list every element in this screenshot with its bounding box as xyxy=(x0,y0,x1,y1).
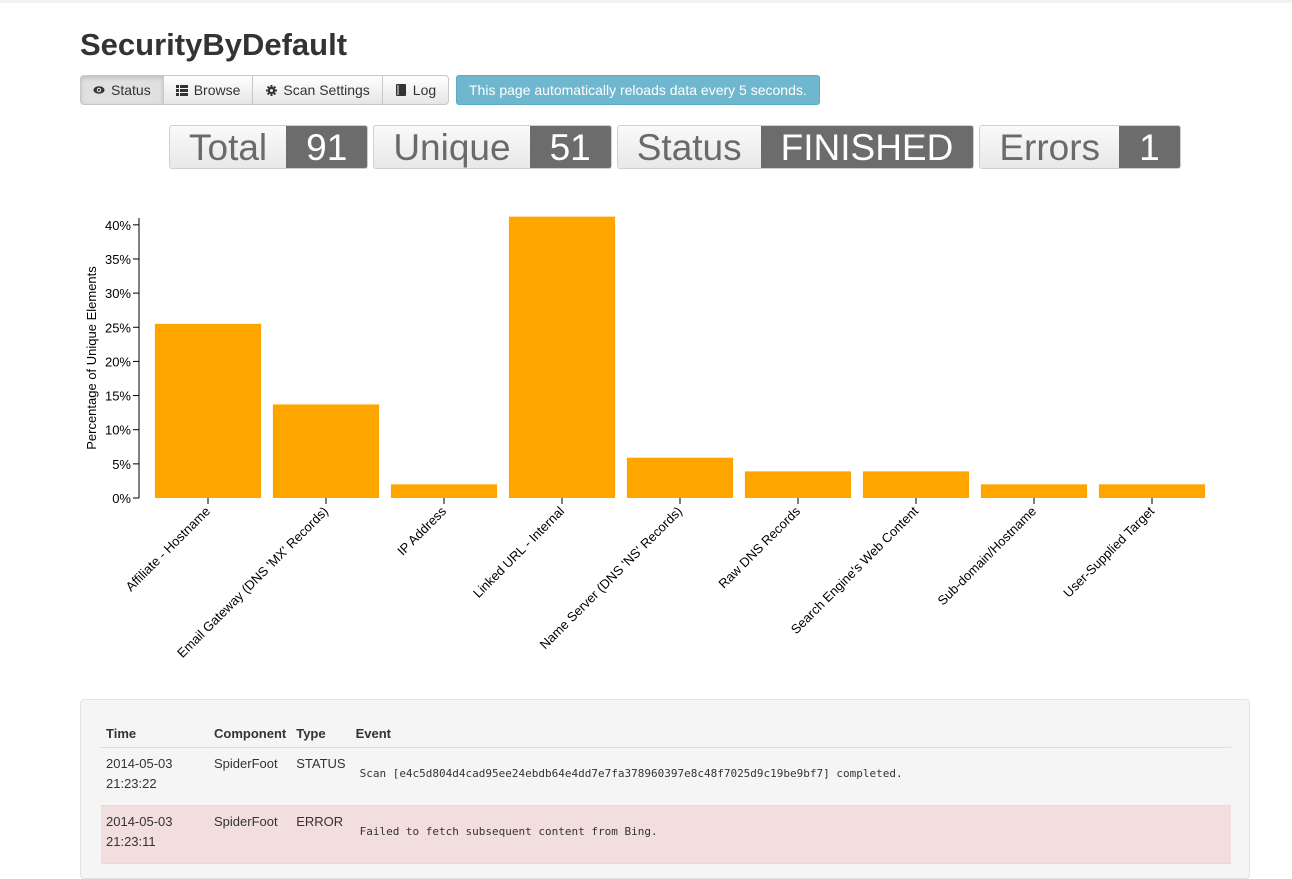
x-tick-label: Raw DNS Records xyxy=(715,503,803,591)
status-button[interactable]: Status xyxy=(80,75,164,105)
log-type: STATUS xyxy=(291,747,351,806)
browse-button-label: Browse xyxy=(193,82,241,98)
browse-button[interactable]: Browse xyxy=(162,75,254,105)
log-event: Failed to fetch subsequent content from … xyxy=(350,805,1231,864)
bar xyxy=(1098,484,1206,498)
list-icon xyxy=(175,84,188,96)
log-panel: Time Component Type Event 2014-05-03 21:2… xyxy=(80,699,1250,879)
stat-status: Status FINISHED xyxy=(616,125,975,169)
log-time-cell: 2014-05-03 21:23:11 xyxy=(101,805,209,864)
log-date: 2014-05-03 xyxy=(106,814,173,829)
y-axis-label: Percentage of Unique Elements xyxy=(84,266,99,450)
log-time: 21:23:22 xyxy=(106,776,157,791)
stat-status-value: FINISHED xyxy=(760,126,974,168)
log-header-time: Time xyxy=(101,720,209,748)
log-header-row: Time Component Type Event xyxy=(101,720,1231,748)
log-button-label: Log xyxy=(412,82,437,98)
log-row-error: 2014-05-03 21:23:11 SpiderFoot ERROR Fail… xyxy=(101,805,1231,864)
log-time-cell: 2014-05-03 21:23:22 xyxy=(101,747,209,806)
log-row: 2014-05-03 21:23:22 SpiderFoot STATUS Sca… xyxy=(101,747,1231,806)
y-tick-label: 0% xyxy=(112,491,131,506)
y-tick-label: 30% xyxy=(105,286,131,301)
auto-reload-notice: This page automatically reloads data eve… xyxy=(456,75,820,105)
x-tick-label: Sub-domain/Hostname xyxy=(934,504,1039,609)
scan-settings-button-label: Scan Settings xyxy=(283,82,370,98)
log-component: SpiderFoot xyxy=(209,747,292,806)
stat-status-label: Status xyxy=(617,126,761,168)
view-toolbar: Status Browse Scan Settings Log xyxy=(80,75,450,105)
bar xyxy=(626,457,734,498)
gear-icon xyxy=(265,84,277,96)
stat-errors: Errors 1 xyxy=(979,125,1181,169)
x-tick-label: Name Server (DNS 'NS' Records) xyxy=(537,504,685,652)
y-tick-label: 40% xyxy=(105,218,131,233)
book-icon xyxy=(395,84,407,96)
bar xyxy=(980,484,1088,498)
bar-chart-svg: 0% 5% 10% 15% 20% 25% 30% 35% 40% Percentage of U… xyxy=(84,216,1206,661)
log-header-component: Component xyxy=(209,720,292,748)
bar xyxy=(390,484,498,498)
top-border xyxy=(0,0,1292,3)
stat-unique: Unique 51 xyxy=(373,125,612,169)
bar xyxy=(862,471,970,498)
y-tick-label: 15% xyxy=(105,389,131,404)
bar xyxy=(744,471,852,498)
log-header-event: Event xyxy=(350,720,1231,748)
bar xyxy=(508,216,616,498)
log-table: Time Component Type Event 2014-05-03 21:2… xyxy=(101,720,1231,864)
y-tick-label: 10% xyxy=(105,423,131,438)
eye-icon xyxy=(93,84,105,96)
log-component: SpiderFoot xyxy=(209,805,292,864)
bar xyxy=(154,323,262,498)
stat-total-value: 91 xyxy=(286,126,368,168)
data-type-chart: 0% 5% 10% 15% 20% 25% 30% 35% 40% Percentage of U… xyxy=(0,195,1292,690)
x-tick-label: Linked URL - Internal xyxy=(470,503,567,600)
log-type: ERROR xyxy=(291,805,351,864)
x-tick-label: User-Supplied Target xyxy=(1060,503,1157,600)
scan-settings-button[interactable]: Scan Settings xyxy=(252,75,383,105)
scan-stats: Total 91 Unique 51 Status FINISHED Error… xyxy=(169,125,1181,169)
page-title: SecurityByDefault xyxy=(80,27,348,62)
y-tick-label: 20% xyxy=(105,354,131,369)
status-button-label: Status xyxy=(111,82,151,98)
y-tick-label: 25% xyxy=(105,320,131,335)
y-tick-label: 5% xyxy=(112,457,131,472)
x-tick-label: IP Address xyxy=(394,503,449,558)
log-time: 21:23:11 xyxy=(106,834,156,849)
stat-errors-label: Errors xyxy=(980,126,1120,168)
stat-unique-value: 51 xyxy=(529,126,611,168)
y-tick-label: 35% xyxy=(105,252,131,267)
stat-total-label: Total xyxy=(170,126,287,168)
log-button[interactable]: Log xyxy=(381,75,450,105)
log-date: 2014-05-03 xyxy=(106,756,173,771)
x-tick-label: Affiliate - Hostname xyxy=(122,504,213,595)
stat-unique-label: Unique xyxy=(374,126,530,168)
bar xyxy=(272,404,380,498)
log-event: Scan [e4c5d804d4cad95ee24ebdb64e4dd7e7fa… xyxy=(350,747,1231,806)
stat-total: Total 91 xyxy=(169,125,369,169)
x-tick-label: Search Engine's Web Content xyxy=(788,503,922,637)
stat-errors-value: 1 xyxy=(1119,126,1180,168)
log-header-type: Type xyxy=(291,720,351,748)
